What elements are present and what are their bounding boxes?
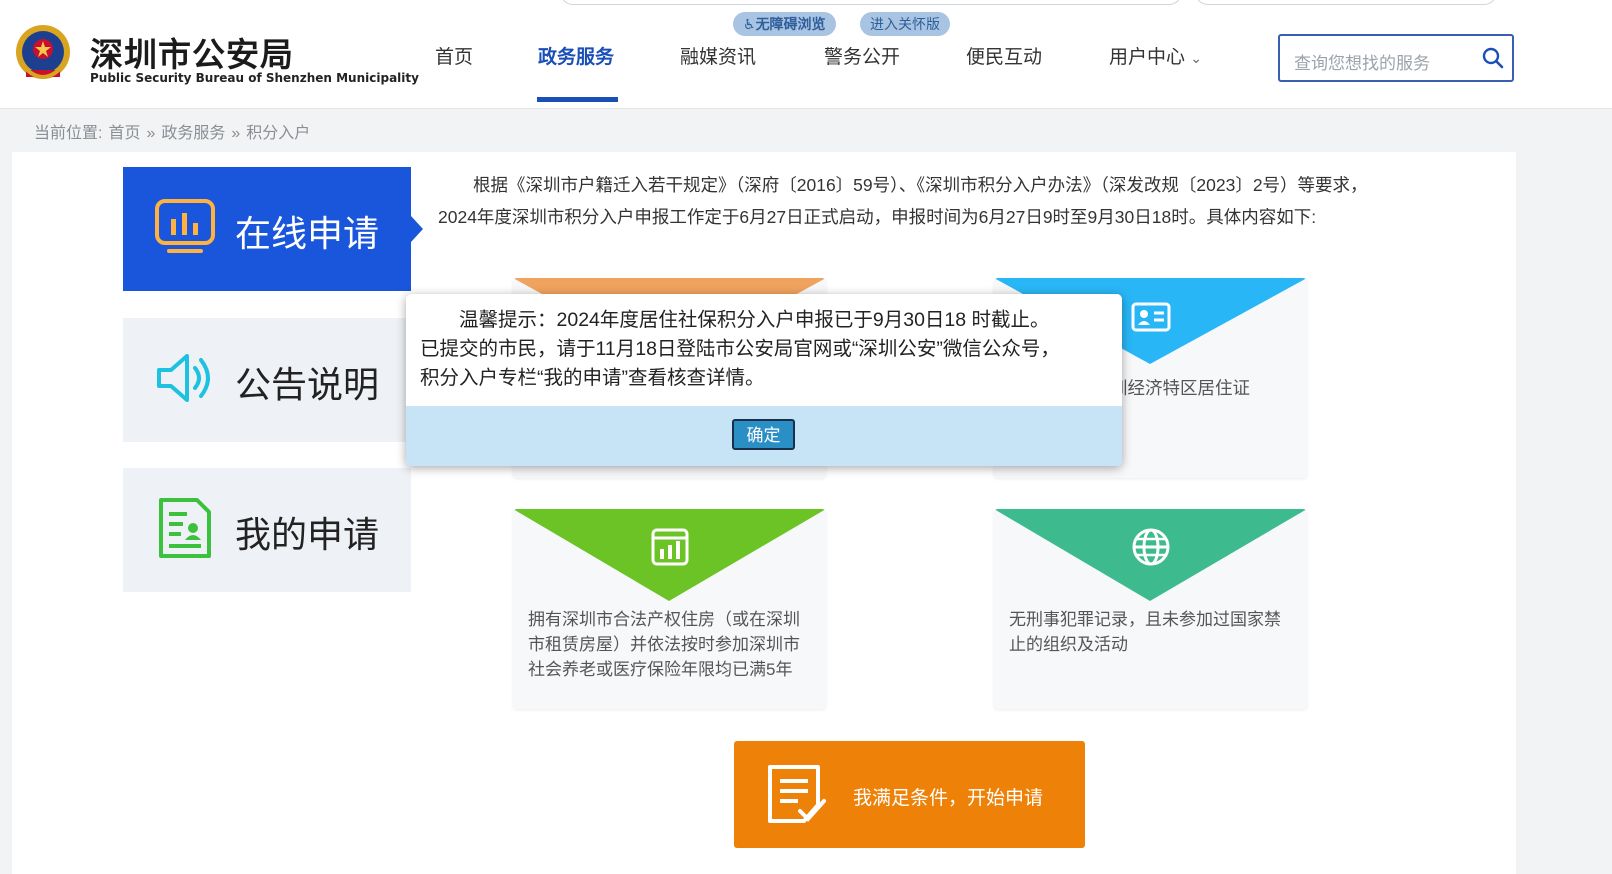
document-person-icon [159, 498, 211, 558]
breadcrumb-separator: » [231, 125, 241, 142]
top-decor [0, 0, 1612, 5]
requirement-card: 无刑事犯罪记录，且未参加过国家禁止的组织及活动 [994, 509, 1307, 709]
accessibility-label: 无障碍浏览 [755, 16, 826, 32]
breadcrumb-gov-services[interactable]: 政务服务 [161, 125, 225, 142]
nav-active-indicator [537, 97, 618, 102]
sidebar-item-label: 在线申请 [235, 214, 380, 255]
site-subtitle: Public Security Bureau of Shenzhen Munic… [90, 71, 419, 85]
building-chart-icon [651, 528, 689, 566]
nav-interaction[interactable]: 便民互动 [966, 42, 1042, 69]
nav-gov-services[interactable]: 政务服务 [538, 42, 614, 69]
active-tab-arrow [411, 216, 423, 242]
notice-dialog-footer: 确定 [406, 406, 1122, 466]
start-application-button[interactable]: 我满足条件，开始申请 [734, 741, 1085, 848]
notice-dialog-body: 温馨提示：2024年度居住社保积分入户申报已于9月30日18 时截止。 已提交的… [420, 306, 1110, 393]
sidebar-item-label: 我的申请 [235, 515, 380, 556]
site-title: 深圳市公安局 [90, 35, 294, 74]
wheelchair-icon: ♿ [743, 16, 756, 32]
breadcrumb-separator: » [146, 125, 156, 142]
notice-line: 温馨提示：2024年度居住社保积分入户申报已于9月30日18 时截止。 [459, 309, 1050, 331]
breadcrumb: 当前位置: 首页 » 政务服务 » 积分入户 [31, 119, 313, 143]
monitor-chart-icon [155, 199, 215, 253]
confirm-button[interactable]: 确定 [732, 419, 795, 450]
accessibility-button[interactable]: ♿无障碍浏览 [733, 12, 836, 36]
form-check-icon [768, 765, 826, 823]
breadcrumb-points-household[interactable]: 积分入户 [246, 125, 310, 142]
intro-paragraph: 根据《深圳市户籍迁入若干规定》（深府〔2016〕59号）、《深圳市积分入户办法》… [438, 175, 1368, 227]
breadcrumb-home[interactable]: 首页 [108, 125, 140, 142]
globe-icon [1132, 528, 1170, 566]
speaker-icon [157, 354, 210, 402]
notice-dialog: 温馨提示：2024年度居住社保积分入户申报已于9月30日18 时截止。 已提交的… [406, 294, 1122, 466]
nav-home[interactable]: 首页 [435, 42, 473, 69]
sidebar-item-my-application[interactable]: 我的申请 [123, 468, 411, 592]
requirement-card: 拥有深圳市合法产权住房（或在深圳市租赁房屋）并依法按时参加深圳市社会养老或医疗保… [513, 509, 826, 709]
sidebar-item-label: 公告说明 [235, 365, 380, 406]
nav-police-affairs[interactable]: 警务公开 [824, 42, 900, 69]
id-card-icon [1131, 302, 1171, 332]
card-text: 圳经济特区居住证 [1110, 378, 1250, 398]
nav-user-center[interactable]: 用户中心 ⌄ [1109, 42, 1202, 69]
breadcrumb-prefix: 当前位置: [34, 125, 103, 142]
notice-line: 积分入户专栏“我的申请”查看核查详情。 [420, 367, 765, 389]
police-emblem-logo [16, 25, 70, 79]
card-text: 无刑事犯罪记录，且未参加过国家禁止的组织及活动 [1009, 610, 1281, 654]
search-box[interactable]: 查询您想找的服务 [1278, 34, 1514, 82]
chevron-down-icon: ⌄ [1190, 50, 1203, 66]
notice-line: 已提交的市民，请于11月18日登陆市公安局官网或“深圳公安”微信公众号， [420, 338, 1060, 360]
nav-media[interactable]: 融媒资讯 [680, 42, 756, 69]
start-application-label: 我满足条件，开始申请 [853, 788, 1044, 809]
search-icon[interactable] [1482, 47, 1504, 69]
card-text: 拥有深圳市合法产权住房（或在深圳市租赁房屋）并依法按时参加深圳市社会养老或医疗保… [528, 610, 800, 679]
search-input[interactable]: 查询您想找的服务 [1294, 49, 1430, 74]
sidebar-item-announcement[interactable]: 公告说明 [123, 318, 411, 442]
sidebar-item-online-apply[interactable]: 在线申请 [123, 167, 411, 291]
nav-user-center-label: 用户中心 [1109, 47, 1186, 68]
elderly-mode-button[interactable]: 进入关怀版 [860, 12, 950, 36]
